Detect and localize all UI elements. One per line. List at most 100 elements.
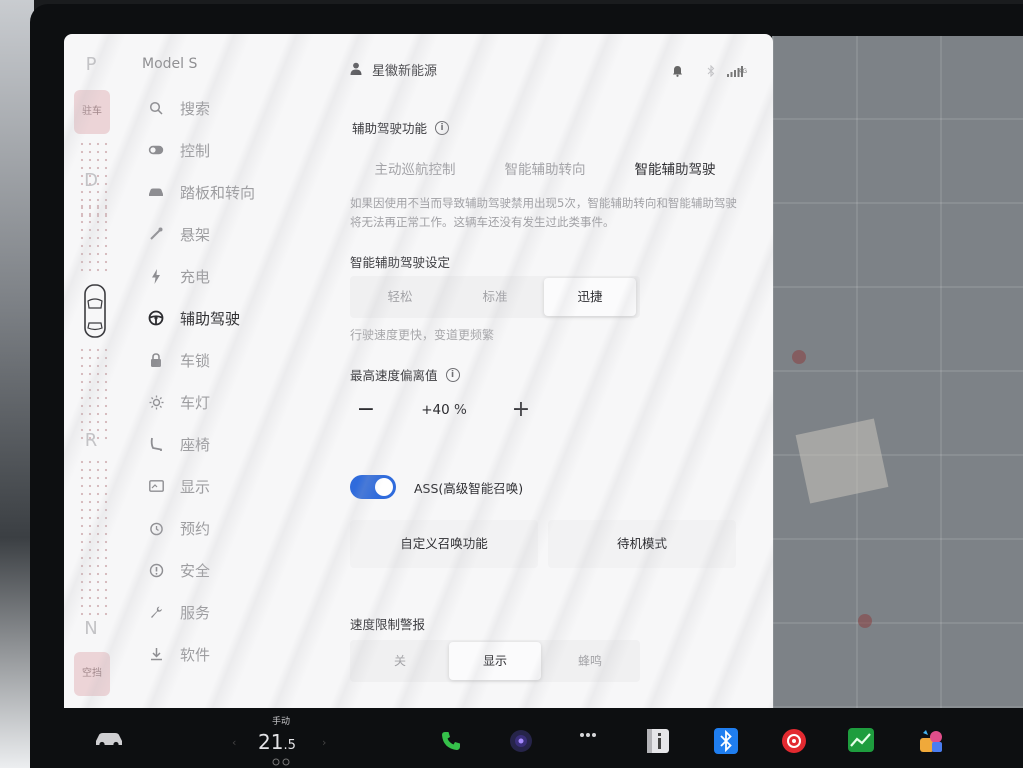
music-app-icon[interactable] [781, 728, 807, 754]
sidebar-item-label: 悬架 [180, 225, 211, 244]
speed-limit-selector: 关 显示 蜂鸣 [350, 640, 640, 682]
decrease-button[interactable]: − [350, 394, 382, 428]
mode-hint: 行驶速度更快，变道更频繁 [350, 328, 495, 342]
sidebar-item-charging[interactable]: 充电 [142, 262, 210, 290]
download-icon [142, 647, 170, 661]
speed-limit-chime[interactable]: 蜂鸣 [544, 640, 636, 682]
sidebar-item-controls[interactable]: 控制 [142, 136, 210, 164]
speed-limit-off[interactable]: 关 [354, 640, 446, 682]
tab-traffic-aware-cruise[interactable]: 主动巡航控制 [350, 152, 480, 188]
map-marker [858, 614, 872, 628]
park-badge: 驻车 [74, 90, 110, 134]
map-view[interactable] [772, 36, 1023, 708]
mode-assertive[interactable]: 迅捷 [544, 278, 636, 316]
gear-n: N [84, 618, 98, 639]
bell-icon[interactable] [672, 62, 683, 81]
sidebar-item-locks[interactable]: 车锁 [142, 346, 210, 374]
sidebar-item-label: 座椅 [180, 435, 211, 454]
sidebar-item-display[interactable]: 显示 [142, 472, 210, 500]
search-icon [142, 101, 170, 115]
sidebar-item-label: 安全 [180, 561, 211, 580]
user-name: 星徽新能源 [372, 64, 438, 79]
sidebar-item-label: 搜索 [180, 99, 211, 118]
alert-icon [142, 563, 170, 578]
custom-summon-button[interactable]: 自定义召唤功能 [350, 520, 538, 568]
cabin-temperature[interactable]: 21.5 [258, 730, 296, 754]
toybox-icon[interactable] [918, 728, 944, 754]
sidebar-item-label: 显示 [180, 477, 211, 496]
mode-chill[interactable]: 轻松 [354, 276, 446, 318]
tab-navigate-on-autopilot[interactable]: 智能辅助驾驶 [610, 152, 740, 188]
bluetooth-status-icon [707, 62, 715, 81]
sidebar-item-label: 控制 [180, 141, 211, 160]
manual-icon[interactable] [646, 728, 670, 754]
gear-r: R [84, 430, 98, 451]
ass-label: ASS(高级智能召唤) [414, 481, 524, 496]
temp-up-icon[interactable]: › [322, 736, 326, 749]
car-menu-icon[interactable] [94, 730, 124, 748]
driving-mode-selector: 轻松 标准 迅捷 [350, 276, 640, 318]
car-top-view-icon [83, 284, 107, 342]
info-icon[interactable]: i [435, 120, 450, 135]
user-icon [350, 60, 362, 79]
sidebar-item-schedule[interactable]: 预约 [142, 514, 210, 542]
user-profile[interactable]: 星徽新能源 [350, 60, 437, 79]
lightning-icon [142, 268, 170, 284]
model-name: Model S [142, 56, 198, 72]
more-apps-icon[interactable] [579, 732, 597, 738]
standby-mode-button[interactable]: 待机模式 [548, 520, 736, 568]
stocks-app-icon[interactable] [848, 728, 874, 752]
sidebar-item-software[interactable]: 软件 [142, 640, 210, 668]
sidebar-item-label: 服务 [180, 603, 211, 622]
mode-standard[interactable]: 标准 [449, 276, 541, 318]
tab-autosteer[interactable]: 智能辅助转向 [480, 152, 610, 188]
bluetooth-icon[interactable] [714, 728, 738, 754]
sidebar-item-seats[interactable]: 座椅 [142, 430, 210, 458]
network-type: 4G [738, 68, 747, 75]
light-icon [142, 395, 170, 410]
suspension-icon [142, 227, 170, 241]
sidebar-item-label: 辅助驾驶 [180, 309, 241, 328]
sidebar-item-autopilot[interactable]: 辅助驾驶 [142, 304, 240, 332]
autopilot-warning-text: 如果因使用不当而导致辅助驾驶禁用出现5次，智能辅助转向和智能辅助驾驶将无法再正常… [350, 196, 737, 229]
speed-limit-title: 速度限制警报 [350, 617, 426, 632]
feature-tabs: 主动巡航控制 智能辅助转向 智能辅助驾驶 [350, 152, 740, 188]
sidebar-item-search[interactable]: 搜索 [142, 94, 210, 122]
speed-limit-display[interactable]: 显示 [449, 642, 541, 680]
sidebar-item-service[interactable]: 服务 [142, 598, 210, 626]
sidebar-item-label: 软件 [180, 645, 211, 664]
sidebar-item-label: 车锁 [180, 351, 211, 370]
clock-icon [142, 521, 170, 536]
sidebar-item-safety[interactable]: 安全 [142, 556, 210, 584]
offset-title: 最高速度偏离值 i [350, 365, 460, 384]
sidebar-item-pedals-steering[interactable]: 踏板和转向 [142, 178, 255, 206]
wrench-icon [142, 605, 170, 619]
gear-selector: P 驻车 D R N 空挡 [70, 34, 112, 708]
settings-title: 智能辅助驾驶设定 [350, 255, 451, 270]
fan-icon[interactable] [270, 758, 292, 766]
camera-icon[interactable] [508, 728, 534, 754]
steering-wheel-icon [142, 310, 170, 326]
increase-button[interactable]: + [505, 394, 537, 428]
taskbar: ‹ 手动 21.5 › [64, 708, 1023, 768]
sidebar-item-label: 充电 [180, 267, 211, 286]
speed-offset-stepper: − +40 % + [350, 394, 550, 428]
gear-p: P [85, 54, 97, 75]
window-frame-left [0, 0, 34, 768]
map-marker [792, 350, 806, 364]
status-icons: 4G [672, 62, 747, 81]
neutral-badge: 空挡 [74, 652, 110, 696]
sidebar-item-label: 踏板和转向 [180, 183, 256, 202]
gear-d: D [84, 170, 98, 191]
ass-toggle[interactable] [350, 475, 396, 499]
phone-icon[interactable] [440, 730, 462, 752]
settings-panel: P 驻车 D R N 空挡 Model S 搜索 控制 踏板和转向 悬架 充电 … [64, 34, 773, 708]
car-icon [142, 187, 170, 198]
display-icon [142, 480, 170, 492]
sidebar-item-lights[interactable]: 车灯 [142, 388, 210, 416]
climate-mode: 手动 [272, 717, 291, 727]
info-icon[interactable]: i [445, 367, 460, 382]
sidebar-item-suspension[interactable]: 悬架 [142, 220, 210, 248]
temp-down-icon[interactable]: ‹ [232, 736, 236, 749]
sidebar-item-label: 车灯 [180, 393, 211, 412]
